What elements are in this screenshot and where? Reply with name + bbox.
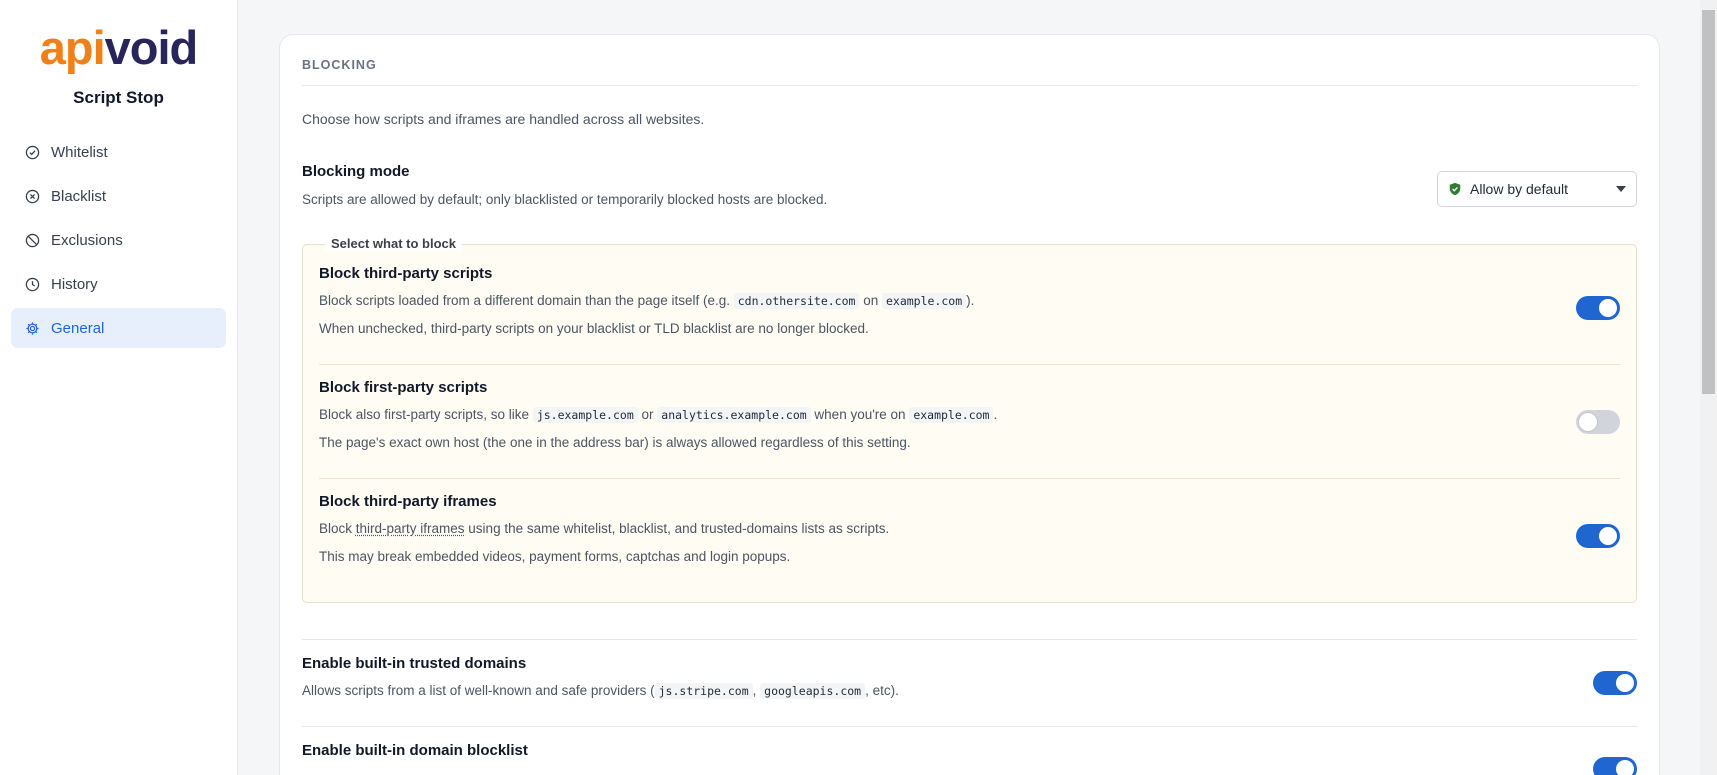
section-intro: Choose how scripts and iframes are handl… — [302, 111, 705, 127]
option-description: Block scripts loaded from a different do… — [319, 293, 975, 309]
toggle-trusted-domains[interactable] — [1593, 671, 1637, 695]
code-snippet: analytics.example.com — [657, 407, 811, 423]
option-note: This may break embedded videos, payment … — [319, 549, 791, 564]
app-name: Script Stop — [73, 88, 164, 107]
sidebar-item-label: Whitelist — [51, 143, 108, 161]
option-label: Block third-party iframes — [319, 493, 497, 510]
trusted-domains-description: Allows scripts from a list of well-known… — [302, 683, 899, 699]
domain-blocklist-label: Enable built-in domain blocklist — [302, 742, 528, 759]
sidebar-item-whitelist[interactable]: Whitelist — [11, 132, 226, 172]
sidebar: apivoid Script Stop Whitelist Blacklist … — [0, 0, 238, 775]
divider — [302, 726, 1637, 727]
sidebar-item-label: General — [51, 319, 105, 337]
divider — [302, 639, 1637, 640]
x-circle-icon — [25, 189, 40, 203]
sidebar-item-blacklist[interactable]: Blacklist — [11, 176, 226, 216]
divider — [302, 85, 1637, 86]
block-options-fieldset: Select what to block Block third-party s… — [302, 236, 1637, 603]
divider — [319, 478, 1620, 479]
blocking-mode-description: Scripts are allowed by default; only bla… — [302, 192, 828, 207]
option-description: Block also first-party scripts, so like … — [319, 407, 998, 423]
section-title: BLOCKING — [302, 58, 377, 72]
blocking-mode-select[interactable]: Allow by default — [1437, 171, 1637, 207]
sidebar-nav: Whitelist Blacklist Exclusions History G… — [0, 132, 237, 348]
sidebar-item-exclusions[interactable]: Exclusions — [11, 220, 226, 260]
sidebar-item-general[interactable]: General — [11, 308, 226, 348]
option-note: When unchecked, third-party scripts on y… — [319, 321, 869, 336]
divider — [319, 364, 1620, 365]
scrollbar[interactable] — [1700, 0, 1717, 775]
scrollbar-thumb[interactable] — [1702, 10, 1715, 394]
option-description: Block third-party iframes using the same… — [319, 521, 890, 536]
code-snippet: cdn.othersite.com — [733, 293, 860, 309]
option-label: Block first-party scripts — [319, 379, 488, 396]
option-label: Block third-party scripts — [319, 265, 493, 282]
sidebar-item-label: Blacklist — [51, 187, 107, 205]
trusted-domains-setting: Enable built-in trusted domains Allows s… — [302, 655, 899, 701]
sidebar-item-label: History — [51, 275, 98, 293]
blocking-mode-label: Blocking mode — [302, 163, 410, 180]
code-snippet: example.com — [909, 407, 994, 423]
sidebar-item-history[interactable]: History — [11, 264, 226, 304]
ban-icon — [25, 233, 40, 247]
sidebar-item-label: Exclusions — [51, 231, 123, 249]
blocking-mode-setting: Blocking mode Scripts are allowed by def… — [302, 163, 827, 210]
option-third-party-iframes: Block third-party iframes Block third-pa… — [319, 493, 1620, 567]
code-snippet: js.stripe.com — [654, 683, 753, 699]
third-party-iframes-term: third-party iframes — [355, 521, 465, 536]
trusted-domains-label: Enable built-in trusted domains — [302, 655, 527, 672]
blocking-settings-card: BLOCKING Choose how scripts and iframes … — [279, 34, 1660, 775]
toggle-domain-blocklist[interactable] — [1593, 757, 1637, 775]
option-third-party-scripts: Block third-party scripts Block scripts … — [319, 265, 1620, 339]
check-circle-icon — [25, 145, 40, 159]
domain-blocklist-setting: Enable built-in domain blocklist — [302, 742, 528, 759]
code-snippet: googleapis.com — [760, 683, 866, 699]
toggle-third-party-scripts[interactable] — [1576, 296, 1620, 320]
fieldset-legend: Select what to block — [325, 236, 462, 251]
apivoid-logo: apivoid — [39, 21, 199, 74]
code-snippet: example.com — [881, 293, 967, 309]
toggle-third-party-iframes[interactable] — [1576, 524, 1620, 548]
option-note: The page's exact own host (the one in th… — [319, 435, 911, 450]
code-snippet: js.example.com — [532, 407, 638, 423]
chevron-down-icon — [1616, 186, 1626, 192]
gear-icon — [26, 321, 39, 335]
shield-icon — [1449, 182, 1461, 196]
toggle-first-party-scripts[interactable] — [1576, 410, 1620, 434]
clock-icon — [25, 277, 40, 291]
blocking-mode-value: Allow by default — [1470, 181, 1569, 197]
option-first-party-scripts: Block first-party scripts Block also fir… — [319, 379, 1620, 453]
